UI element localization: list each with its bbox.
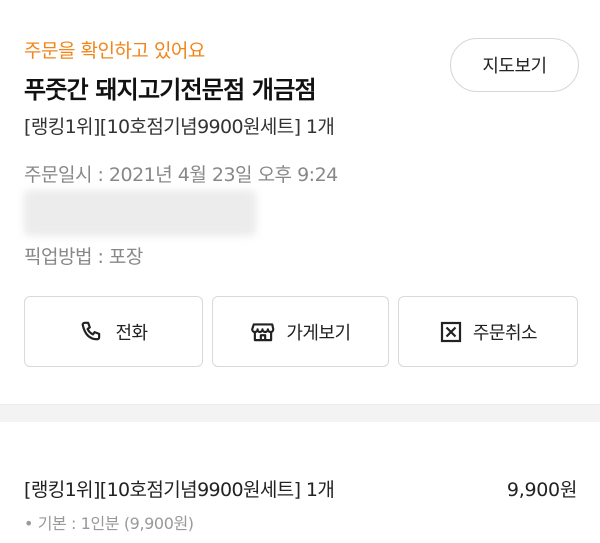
x-box-icon bbox=[439, 320, 463, 344]
view-store-button[interactable]: 가게보기 bbox=[212, 296, 389, 367]
call-button[interactable]: 전화 bbox=[24, 296, 203, 367]
view-store-button-label: 가게보기 bbox=[286, 322, 351, 344]
item-name: [랭킹1위][10호점기념9900원세트] 1개 bbox=[24, 479, 335, 501]
pickup-method: 픽업방법 : 포장 bbox=[24, 246, 143, 268]
map-button[interactable]: 지도보기 bbox=[450, 38, 579, 92]
cancel-order-button-label: 주문취소 bbox=[472, 322, 538, 344]
section-divider bbox=[0, 404, 600, 422]
item-price: 9,900원 bbox=[506, 479, 577, 501]
storefront-icon bbox=[250, 319, 276, 345]
order-summary: [랭킹1위][10호점기념9900원세트] 1개 bbox=[24, 116, 335, 138]
map-button-label: 지도보기 bbox=[482, 56, 547, 77]
item-option: • 기본 : 1인분 (9,900원) bbox=[24, 514, 194, 533]
redacted-info bbox=[24, 190, 256, 236]
phone-icon bbox=[79, 319, 105, 345]
order-date: 주문일시 : 2021년 4월 23일 오후 9:24 bbox=[24, 164, 338, 186]
store-name: 푸줏간 돼지고기전문점 개금점 bbox=[24, 76, 317, 104]
cancel-order-button[interactable]: 주문취소 bbox=[398, 296, 578, 367]
call-button-label: 전화 bbox=[115, 322, 148, 344]
order-status: 주문을 확인하고 있어요 bbox=[24, 40, 205, 62]
